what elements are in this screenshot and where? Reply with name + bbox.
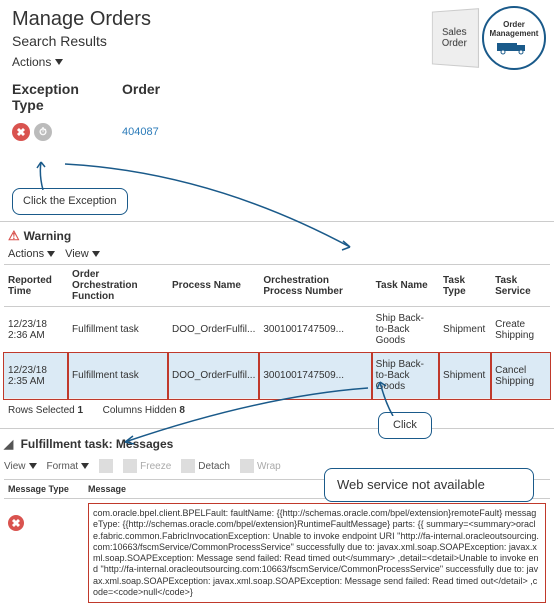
chevron-down-icon [47, 251, 55, 257]
col-order: Order [122, 77, 160, 117]
message-text: com.oracle.bpel.client.BPELFault: faultN… [88, 503, 546, 603]
actions-label: Actions [12, 55, 51, 69]
warning-table: Reported Time Order Orchestration Functi… [4, 264, 550, 399]
freeze-icon [123, 459, 137, 473]
chevron-down-icon [92, 251, 100, 257]
warning-icon: ⚠ [8, 228, 20, 244]
chevron-down-icon [81, 463, 89, 469]
detach-button[interactable]: Detach [181, 459, 230, 473]
wrap-icon [240, 459, 254, 473]
table-row[interactable]: 12/23/18 2:36 AM Fulfillment task DOO_Or… [4, 307, 550, 353]
callout-web-service: Web service not available [324, 468, 534, 502]
error-icon[interactable]: ✖ [12, 123, 30, 141]
message-row[interactable]: ✖ com.oracle.bpel.client.BPELFault: faul… [4, 499, 550, 607]
error-icon: ✖ [8, 515, 24, 531]
wrap-button[interactable]: Wrap [240, 459, 281, 473]
chevron-down-icon [55, 59, 63, 65]
detach-icon [181, 459, 195, 473]
warning-heading: ⚠ Warning [4, 226, 550, 246]
th-task-service[interactable]: Task Service [491, 265, 550, 307]
warning-actions-menu[interactable]: Actions [8, 248, 55, 260]
freeze-button[interactable]: Freeze [123, 459, 171, 473]
order-management-logo: Order Management [482, 6, 546, 70]
callout-click-exception: Click the Exception [12, 188, 128, 215]
warning-view-menu[interactable]: View [65, 248, 100, 260]
th-orch-function[interactable]: Order Orchestration Function [68, 265, 168, 307]
chevron-down-icon [29, 463, 37, 469]
th-task-name[interactable]: Task Name [372, 265, 439, 307]
th-task-type[interactable]: Task Type [439, 265, 491, 307]
toolbar-icon [99, 459, 113, 473]
th-reported-time[interactable]: Reported Time [4, 265, 68, 307]
truck-icon [497, 39, 531, 55]
table-row-selected[interactable]: 12/23/18 2:35 AM Fulfillment task DOO_Or… [4, 353, 550, 399]
order-number-link[interactable]: 404087 [122, 126, 159, 138]
sales-order-card: Sales Order [432, 8, 479, 68]
col-exception-type: Exception Type [12, 77, 102, 117]
th-message-type[interactable]: Message Type [4, 480, 84, 499]
messages-view-menu[interactable]: View [4, 461, 37, 472]
rows-info: Rows Selected 1 Columns Hidden 8 [4, 399, 550, 428]
messages-heading[interactable]: ◢ Fulfillment task: Messages [4, 431, 550, 457]
th-process-name[interactable]: Process Name [168, 265, 259, 307]
th-process-number[interactable]: Orchestration Process Number [259, 265, 371, 307]
collapse-icon: ◢ [4, 437, 13, 451]
clock-warning-icon[interactable]: ⏱ [34, 123, 52, 141]
callout-click: Click [378, 412, 432, 439]
messages-format-menu[interactable]: Format [47, 461, 90, 472]
callout-arrow-icon [33, 160, 53, 190]
actions-menu[interactable]: Actions [12, 55, 63, 69]
